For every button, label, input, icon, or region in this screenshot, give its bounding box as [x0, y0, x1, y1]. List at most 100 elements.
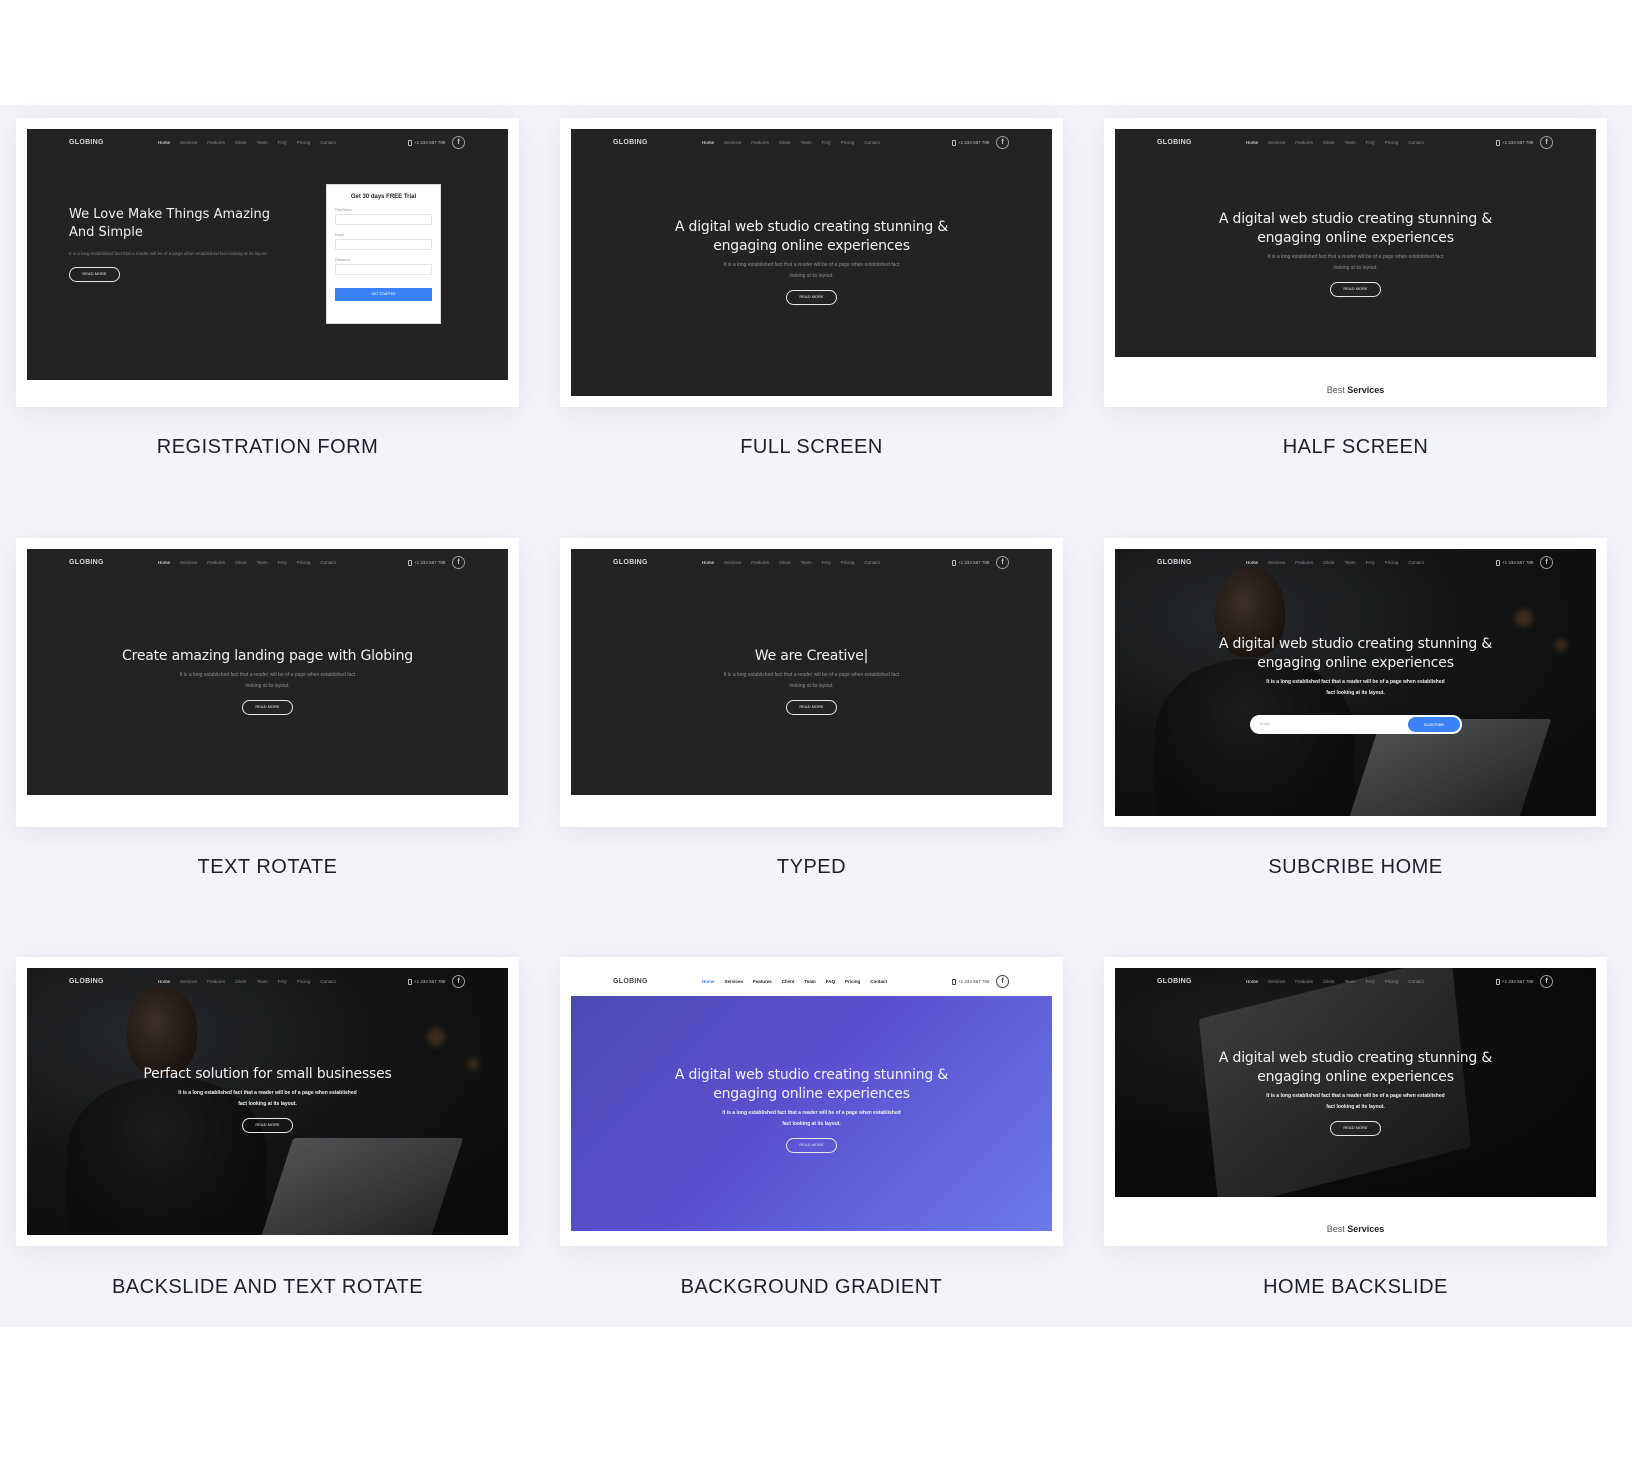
- hero-text: We Love Make Things Amazing And Simple I…: [69, 206, 299, 282]
- mini-menu: Home Services Features Client Team FAQ P…: [158, 140, 336, 145]
- mini-menu-item: Client: [1323, 140, 1335, 145]
- demo-card-registration-form[interactable]: GLOBING Home Services Features Client Te…: [16, 118, 519, 407]
- mini-menu-item: Team: [800, 560, 812, 565]
- mini-phone: +1 234 567 789: [952, 560, 989, 566]
- mini-menu: Home Services Features Client Team FAQ P…: [158, 560, 336, 565]
- demo-preview-full-screen: GLOBING Home Services Features Client Te…: [571, 129, 1052, 396]
- mini-menu-item: Contact: [1408, 979, 1424, 984]
- mini-menu-item: Pricing: [296, 979, 311, 984]
- mini-phone: +1 234 567 789: [1496, 140, 1533, 146]
- hero-headline: A digital web studio creating stunning &…: [674, 219, 949, 254]
- mini-logo: GLOBING: [1157, 978, 1192, 985]
- mini-menu-item: Features: [1295, 979, 1314, 984]
- mini-menu-item: Client: [779, 560, 791, 565]
- mini-phone: +1 234 567 789: [1496, 979, 1533, 985]
- hero-body: It is a long established fact that a rea…: [69, 251, 268, 256]
- mini-menu-item: Client: [781, 979, 795, 984]
- demo-card-backslide-text-rotate[interactable]: GLOBING Home Services Features Client Te…: [16, 957, 519, 1246]
- mini-menu-item: Services: [180, 140, 198, 145]
- facebook-icon: f: [452, 975, 465, 988]
- mini-logo: GLOBING: [69, 139, 104, 146]
- demo-preview-home-backslide: GLOBING Home Services Features Client Te…: [1115, 968, 1596, 1197]
- mini-menu-item: Contact: [320, 979, 336, 984]
- facebook-icon: f: [996, 975, 1009, 988]
- mini-navbar: GLOBING Home Services Features Client Te…: [27, 549, 508, 577]
- demo-caption[interactable]: HOME BACKSLIDE: [1104, 1276, 1607, 1299]
- mini-menu-item: Home: [158, 140, 171, 145]
- read-more-button: READ MORE: [1330, 282, 1381, 297]
- mini-menu-item: Pricing: [1384, 560, 1399, 565]
- mini-logo: GLOBING: [613, 978, 648, 985]
- demo-caption[interactable]: TEXT ROTATE: [16, 856, 519, 879]
- phone-icon: [952, 979, 956, 985]
- demo-caption[interactable]: HALF SCREEN: [1104, 436, 1607, 459]
- mini-phone: +1 234 567 789: [408, 979, 445, 985]
- mini-logo: GLOBING: [1157, 559, 1192, 566]
- mini-menu-item: Client: [235, 979, 247, 984]
- mini-menu-item: Client: [1323, 560, 1335, 565]
- mini-menu-item: Services: [724, 140, 742, 145]
- facebook-icon: f: [452, 556, 465, 569]
- section-heading-preview: Best Services: [1326, 1224, 1385, 1234]
- mini-menu-item: Client: [779, 140, 791, 145]
- mini-navbar: GLOBING Home Services Features Client Te…: [571, 129, 1052, 157]
- demo-card-home-backslide[interactable]: GLOBING Home Services Features Client Te…: [1104, 957, 1607, 1246]
- mini-logo: GLOBING: [613, 559, 648, 566]
- facebook-icon: f: [452, 136, 465, 149]
- mini-menu-item: Services: [1268, 140, 1286, 145]
- phone-icon: [1496, 140, 1500, 146]
- demo-card-text-rotate[interactable]: GLOBING Home Services Features Client Te…: [16, 538, 519, 827]
- mini-menu: Home Services Features Client Team FAQ P…: [702, 979, 887, 984]
- demo-caption[interactable]: TYPED: [560, 856, 1063, 879]
- demo-card-subscribe-home[interactable]: GLOBING Home Services Features Client Te…: [1104, 538, 1607, 827]
- subscribe-form: Email SUBCRIBE: [1250, 715, 1462, 734]
- demo-card-full-screen[interactable]: GLOBING Home Services Features Client Te…: [560, 118, 1063, 407]
- hero-headline: We are Creative|: [754, 648, 869, 664]
- demo-caption[interactable]: SUBCRIBE HOME: [1104, 856, 1607, 879]
- read-more-button: READ MORE: [242, 700, 293, 715]
- demo-card-typed[interactable]: GLOBING Home Services Features Client Te…: [560, 538, 1063, 827]
- hero-text: Perfact solution for small businesses It…: [27, 1065, 508, 1133]
- section-heading-preview: Best Services: [1326, 385, 1385, 395]
- phone-icon: [1496, 560, 1500, 566]
- phone-icon: [952, 560, 956, 566]
- mini-menu-item: Team: [256, 979, 268, 984]
- read-more-button: READ MORE: [786, 290, 837, 305]
- mini-menu-item: Contact: [320, 140, 336, 145]
- mini-phone: +1 234 567 789: [952, 140, 989, 146]
- mini-menu-item: Home: [1246, 979, 1259, 984]
- demo-card-half-screen[interactable]: GLOBING Home Services Features Client Te…: [1104, 118, 1607, 407]
- phone-icon: [408, 140, 412, 146]
- password-field: [335, 264, 432, 275]
- mini-menu-item: Contact: [870, 979, 888, 984]
- demo-card-background-gradient[interactable]: GLOBING Home Services Features Client Te…: [560, 957, 1063, 1246]
- mini-menu-item: Pricing: [296, 140, 311, 145]
- mini-menu-item: Home: [1246, 140, 1259, 145]
- mini-menu-item: Pricing: [840, 140, 855, 145]
- mini-menu-item: Pricing: [296, 560, 311, 565]
- hero-text: A digital web studio creating stunning &…: [1115, 635, 1596, 699]
- demo-caption[interactable]: BACKSLIDE AND TEXT ROTATE: [16, 1276, 519, 1299]
- hero-headline: Perfact solution for small businesses: [143, 1066, 392, 1082]
- mini-menu-item: Client: [1323, 979, 1335, 984]
- mini-menu-item: Home: [702, 140, 715, 145]
- mini-phone: +1 234 567 789: [1496, 560, 1533, 566]
- get-started-button: GET STARTED: [335, 288, 432, 301]
- demo-caption[interactable]: BACKGROUND GRADIENT: [560, 1276, 1063, 1299]
- read-more-button: READ MORE: [242, 1118, 293, 1133]
- mini-menu-item: Features: [207, 560, 226, 565]
- mini-menu-item: Services: [180, 979, 198, 984]
- phone-icon: [408, 560, 412, 566]
- mini-menu-item: Services: [724, 979, 744, 984]
- mini-menu-item: Pricing: [1384, 140, 1399, 145]
- mini-navbar: GLOBING Home Services Features Client Te…: [571, 968, 1052, 996]
- mini-menu-item: Features: [751, 560, 770, 565]
- demo-caption[interactable]: REGISTRATION FORM: [16, 436, 519, 459]
- mini-menu-item: FAQ: [825, 979, 836, 984]
- hero-body: It is a long established fact that a rea…: [723, 262, 900, 279]
- email-field: [335, 239, 432, 250]
- mini-menu-item: Features: [1295, 560, 1314, 565]
- demo-caption[interactable]: FULL SCREEN: [560, 436, 1063, 459]
- mini-menu-item: Home: [158, 979, 171, 984]
- mini-logo: GLOBING: [69, 559, 104, 566]
